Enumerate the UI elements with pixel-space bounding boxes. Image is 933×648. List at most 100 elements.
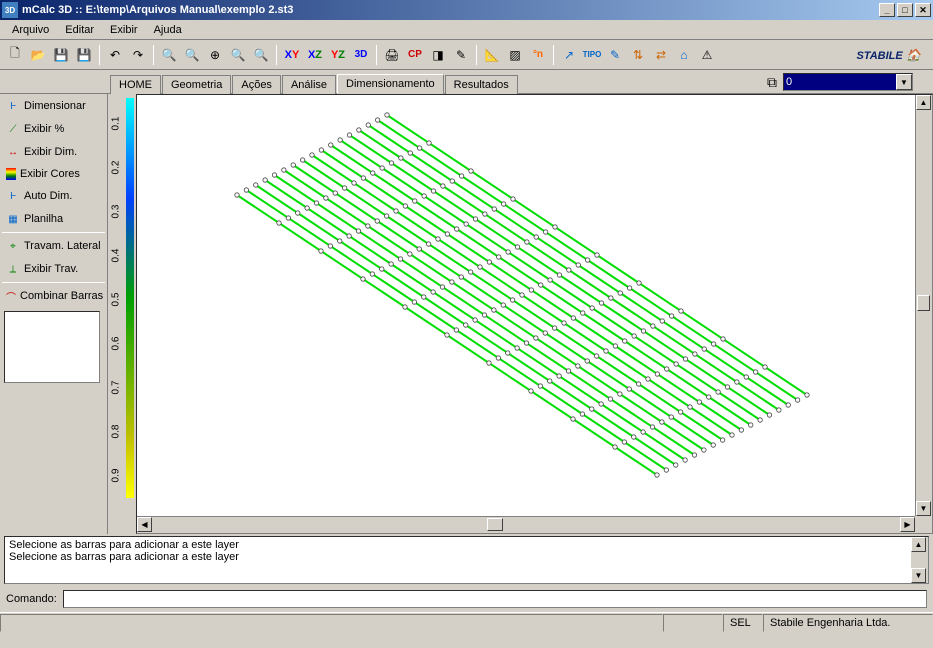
redo-icon[interactable]: ↷ — [127, 44, 149, 66]
colorbar-tick: 0.8 — [111, 422, 122, 442]
tab-home[interactable]: HOME — [110, 75, 161, 94]
colorbar: 0.1 0.2 0.3 0.4 0.5 0.6 0.7 0.8 0.9 — [108, 94, 136, 534]
brush-icon[interactable]: ✎ — [450, 44, 472, 66]
save-icon[interactable]: 💾 — [50, 44, 72, 66]
tool-d-icon[interactable]: ⇄ — [650, 44, 672, 66]
n-button[interactable]: °n — [527, 44, 549, 66]
scroll-down-icon[interactable]: ▼ — [916, 501, 931, 516]
tipo-button[interactable]: TIPO — [581, 44, 603, 66]
status-sel: SEL — [723, 614, 763, 632]
menu-editar[interactable]: Editar — [57, 22, 102, 38]
colorbar-tick: 0.9 — [111, 466, 122, 486]
hscroll-thumb[interactable] — [487, 518, 503, 531]
new-file-icon[interactable]: 🗋 — [4, 44, 26, 66]
close-button[interactable]: ✕ — [915, 3, 931, 17]
view-xy-button[interactable]: XY — [281, 44, 303, 66]
view-yz-button[interactable]: YZ — [327, 44, 349, 66]
tab-dimensionamento[interactable]: Dimensionamento — [337, 74, 444, 94]
canvas-3d-view[interactable]: ▲ ▼ ◀ ▶ — [136, 94, 933, 534]
select-icon[interactable]: ▨ — [504, 44, 526, 66]
open-file-icon[interactable]: 📂 — [27, 44, 49, 66]
log-line: Selecione as barras para adicionar a est… — [9, 539, 924, 551]
save-as-icon[interactable]: 💾 — [73, 44, 95, 66]
status-coord-1 — [663, 614, 723, 632]
zoom-window-icon[interactable]: ⊕ — [204, 44, 226, 66]
tool-b-icon[interactable]: ✎ — [604, 44, 626, 66]
tab-resultados[interactable]: Resultados — [445, 75, 518, 94]
tabs-row: HOME Geometria Ações Análise Dimensionam… — [0, 70, 933, 94]
vscroll-thumb[interactable] — [917, 295, 930, 311]
colorbar-tick: 0.5 — [111, 290, 122, 310]
view-xz-button[interactable]: XZ — [304, 44, 326, 66]
vertical-scrollbar[interactable]: ▲ ▼ — [915, 95, 932, 516]
minimize-button[interactable]: _ — [879, 3, 895, 17]
home-icon[interactable]: ⌂ — [673, 44, 695, 66]
command-label: Comando: — [6, 593, 57, 605]
tool-c-icon[interactable]: ⇅ — [627, 44, 649, 66]
maximize-button[interactable]: □ — [897, 3, 913, 17]
status-bar: SEL Stabile Engenharia Ltda. — [0, 612, 933, 632]
colorbar-tick: 0.2 — [111, 158, 122, 178]
combine-icon: ⌒ — [6, 289, 16, 303]
menu-bar: Arquivo Editar Exibir Ajuda — [0, 20, 933, 40]
zoom-extents-icon[interactable]: 🔍 — [227, 44, 249, 66]
cp-button[interactable]: CP — [404, 44, 426, 66]
sidebar-travam-lateral[interactable]: ⌖Travam. Lateral — [1, 235, 106, 257]
eraser-icon[interactable]: ◨ — [427, 44, 449, 66]
log-scroll-up-icon[interactable]: ▲ — [911, 537, 926, 552]
colorbar-tick: 0.3 — [111, 202, 122, 222]
status-message — [0, 614, 663, 632]
colorbar-tick: 0.6 — [111, 334, 122, 354]
colors-icon — [6, 168, 16, 180]
sidebar-exibir-pct[interactable]: ⟋Exibir % — [1, 118, 106, 140]
measure-icon[interactable]: 📐 — [481, 44, 503, 66]
sheet-icon: ▦ — [6, 212, 20, 226]
log-scrollbar[interactable]: ▲ ▼ — [911, 537, 928, 583]
menu-ajuda[interactable]: Ajuda — [146, 22, 190, 38]
dropdown-arrow-icon[interactable]: ▼ — [896, 74, 912, 90]
colorbar-tick: 0.7 — [111, 378, 122, 398]
sidebar-exibir-trav[interactable]: ⟂Exibir Trav. — [1, 258, 106, 280]
horizontal-scrollbar[interactable]: ◀ ▶ — [137, 516, 915, 533]
sidebar-planilha[interactable]: ▦Planilha — [1, 208, 106, 230]
print-icon[interactable]: 🖨 — [381, 44, 403, 66]
scroll-right-icon[interactable]: ▶ — [900, 517, 915, 532]
layer-dropdown-value: 0 — [786, 76, 792, 88]
sidebar-combinar-barras[interactable]: ⌒Combinar Barras — [1, 285, 106, 307]
scroll-corner — [915, 516, 932, 533]
tool-a-icon[interactable]: ↗ — [558, 44, 580, 66]
undo-icon[interactable]: ↶ — [104, 44, 126, 66]
app-icon: 3D — [2, 2, 18, 18]
tab-analise[interactable]: Análise — [282, 75, 336, 94]
warning-icon[interactable]: ⚠ — [696, 44, 718, 66]
view-3d-button[interactable]: 3D — [350, 44, 372, 66]
log-panel: Selecione as barras para adicionar a est… — [4, 536, 929, 584]
zoom-in-icon[interactable]: 🔍 — [158, 44, 180, 66]
tab-geometria[interactable]: Geometria — [162, 75, 231, 94]
menu-exibir[interactable]: Exibir — [102, 22, 146, 38]
layers-icon[interactable]: ⧉ — [767, 74, 777, 91]
zoom-out-icon[interactable]: 🔍 — [181, 44, 203, 66]
menu-arquivo[interactable]: Arquivo — [4, 22, 57, 38]
auto-icon: Ⱶ — [6, 189, 20, 203]
scroll-left-icon[interactable]: ◀ — [137, 517, 152, 532]
tab-acoes[interactable]: Ações — [232, 75, 281, 94]
sidebar-auto-dim[interactable]: ⱵAuto Dim. — [1, 185, 106, 207]
percent-icon: ⟋ — [6, 122, 20, 136]
sidebar-exibir-dim[interactable]: ↔Exibir Dim. — [1, 141, 106, 163]
status-company: Stabile Engenharia Ltda. — [763, 614, 933, 632]
pan-icon[interactable]: 🔍 — [250, 44, 272, 66]
sidebar-dimensionar[interactable]: ⱵDimensionar — [1, 95, 106, 117]
main-toolbar: 🗋 📂 💾 💾 ↶ ↷ 🔍 🔍 ⊕ 🔍 🔍 XY XZ YZ 3D 🖨 CP ◨… — [0, 40, 933, 70]
dim-icon: ↔ — [6, 145, 20, 159]
command-input[interactable] — [63, 590, 927, 608]
colorbar-tick: 0.4 — [111, 246, 122, 266]
trav-icon: ⟂ — [6, 262, 20, 276]
scroll-up-icon[interactable]: ▲ — [916, 95, 931, 110]
colorbar-tick: 0.1 — [111, 114, 122, 134]
dimension-icon: Ⱶ — [6, 99, 20, 113]
lateral-icon: ⌖ — [6, 239, 20, 253]
layer-dropdown[interactable]: 0 ▼ — [783, 73, 913, 91]
log-scroll-down-icon[interactable]: ▼ — [911, 568, 926, 583]
sidebar-exibir-cores[interactable]: Exibir Cores — [1, 164, 106, 184]
